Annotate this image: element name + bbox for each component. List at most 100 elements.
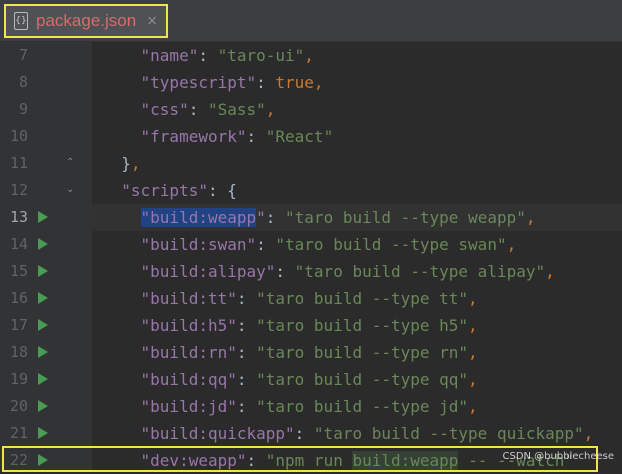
code-token: "dev:weapp" bbox=[140, 451, 247, 470]
code-line[interactable]: 21 "build:quickapp": "taro build --type … bbox=[0, 420, 622, 447]
code-token: "typescript" bbox=[140, 73, 257, 92]
code-text: "build:quickapp": "taro build --type qui… bbox=[102, 420, 594, 447]
code-token: "build:jd" bbox=[140, 397, 237, 416]
code-token: : bbox=[236, 289, 257, 308]
code-line[interactable]: 11 ⌃ }, bbox=[0, 150, 622, 177]
tab-package-json[interactable]: {} package.json × bbox=[4, 4, 168, 38]
line-number: 9 bbox=[18, 100, 28, 118]
code-token: "taro build --type alipay" bbox=[294, 262, 546, 281]
code-token: : bbox=[256, 73, 276, 92]
code-line[interactable]: 7 "name": "taro-ui", bbox=[0, 42, 622, 69]
run-script-icon[interactable] bbox=[38, 346, 48, 358]
code-line[interactable]: 17 "build:h5": "taro build --type h5", bbox=[0, 312, 622, 339]
code-token: "npm run bbox=[265, 451, 353, 470]
tab-title: package.json bbox=[36, 11, 137, 30]
run-script-icon[interactable] bbox=[38, 292, 48, 304]
code-line[interactable]: 9 "css": "Sass", bbox=[0, 96, 622, 123]
selected-token: "build:weapp bbox=[140, 208, 257, 227]
code-line[interactable]: 16 "build:tt": "taro build --type tt", bbox=[0, 285, 622, 312]
code-token: "taro build --type swan" bbox=[275, 235, 507, 254]
code-text: }, bbox=[102, 150, 140, 177]
editor-tab-bar: {} package.json × bbox=[0, 0, 622, 42]
line-number: 12 bbox=[9, 181, 28, 199]
code-token: : bbox=[246, 127, 266, 146]
code-token: , bbox=[545, 262, 555, 281]
code-token: , bbox=[304, 46, 314, 65]
code-token: "build:h5" bbox=[140, 316, 237, 335]
code-text: "framework": "React" bbox=[102, 123, 334, 150]
code-line[interactable]: 10 "framework": "React" bbox=[0, 123, 622, 150]
line-number: 14 bbox=[9, 235, 28, 253]
code-token: , bbox=[313, 73, 324, 92]
code-token: } bbox=[121, 154, 131, 173]
code-token: , bbox=[468, 370, 478, 389]
code-line[interactable]: 18 "build:rn": "taro build --type rn", bbox=[0, 339, 622, 366]
code-text: "build:jd": "taro build --type jd", bbox=[102, 393, 478, 420]
code-token: "Sass" bbox=[207, 100, 266, 119]
code-token: , bbox=[583, 424, 594, 443]
code-text: "build:alipay": "taro build --type alipa… bbox=[102, 258, 555, 285]
code-token: "React" bbox=[265, 127, 334, 146]
run-script-icon[interactable] bbox=[38, 427, 48, 439]
code-text: "build:qq": "taro build --type qq", bbox=[102, 366, 478, 393]
code-text: "build:rn": "taro build --type rn", bbox=[102, 339, 478, 366]
line-number: 18 bbox=[9, 343, 28, 361]
line-number: 20 bbox=[9, 397, 28, 415]
run-script-icon[interactable] bbox=[38, 211, 48, 223]
code-token: "build:rn" bbox=[140, 343, 237, 362]
code-token: : bbox=[236, 343, 257, 362]
code-text: "typescript": true, bbox=[102, 69, 324, 96]
run-script-icon[interactable] bbox=[38, 265, 48, 277]
code-token: , bbox=[468, 343, 478, 362]
code-token: "build:qq" bbox=[140, 370, 237, 389]
code-token: "taro build --type jd" bbox=[256, 397, 469, 416]
code-token: true bbox=[275, 73, 314, 92]
run-script-icon[interactable] bbox=[38, 373, 48, 385]
line-number: 16 bbox=[9, 289, 28, 307]
line-number: 10 bbox=[9, 127, 28, 145]
line-number: 13 bbox=[9, 208, 28, 226]
code-token: "build:alipay" bbox=[140, 262, 276, 281]
code-token: : bbox=[188, 100, 208, 119]
code-token: "taro build --type weapp" bbox=[285, 208, 526, 227]
line-number: 17 bbox=[9, 316, 28, 334]
code-text: "build:swan": "taro build --type swan", bbox=[102, 231, 517, 258]
code-token: , bbox=[468, 397, 478, 416]
code-token: "scripts" bbox=[121, 181, 208, 200]
code-line[interactable]: 12 ⌄ "scripts": { bbox=[0, 177, 622, 204]
code-token: : bbox=[256, 235, 276, 254]
code-line[interactable]: 19 "build:qq": "taro build --type qq", bbox=[0, 366, 622, 393]
run-script-icon[interactable] bbox=[38, 454, 48, 466]
fold-open-icon[interactable]: ⌄ bbox=[66, 184, 76, 196]
line-number: 22 bbox=[9, 451, 28, 469]
code-token: "name" bbox=[140, 46, 199, 65]
code-line[interactable]: 15 "build:alipay": "taro build --type al… bbox=[0, 258, 622, 285]
code-token: : bbox=[236, 370, 257, 389]
code-token: "build:quickapp" bbox=[140, 424, 295, 443]
code-token: : bbox=[265, 208, 286, 227]
code-token: , bbox=[265, 100, 276, 119]
line-number: 19 bbox=[9, 370, 28, 388]
code-token: , bbox=[468, 316, 478, 335]
fold-close-icon[interactable]: ⌃ bbox=[66, 157, 76, 169]
code-token: , bbox=[506, 235, 517, 254]
code-token: "taro build --type rn" bbox=[256, 343, 469, 362]
code-line[interactable]: 20 "build:jd": "taro build --type jd", bbox=[0, 393, 622, 420]
code-line[interactable]: 13 "build:weapp": "taro build --type wea… bbox=[0, 204, 622, 231]
code-token: " bbox=[256, 208, 266, 227]
code-token: : bbox=[246, 451, 266, 470]
code-token: , bbox=[525, 208, 536, 227]
code-token: , bbox=[468, 289, 478, 308]
watermark: CSDN @bubblecheese bbox=[502, 451, 614, 462]
run-script-icon[interactable] bbox=[38, 400, 48, 412]
json-file-icon: {} bbox=[14, 12, 28, 30]
run-script-icon[interactable] bbox=[38, 319, 48, 331]
run-script-icon[interactable] bbox=[38, 238, 48, 250]
code-token: "build:swan" bbox=[140, 235, 257, 254]
code-text: "build:weapp": "taro build --type weapp"… bbox=[102, 204, 536, 231]
code-token: "taro build --type qq" bbox=[256, 370, 469, 389]
close-icon[interactable]: × bbox=[146, 13, 158, 29]
code-text: "build:tt": "taro build --type tt", bbox=[102, 285, 478, 312]
code-line[interactable]: 8 "typescript": true, bbox=[0, 69, 622, 96]
code-line[interactable]: 14 "build:swan": "taro build --type swan… bbox=[0, 231, 622, 258]
